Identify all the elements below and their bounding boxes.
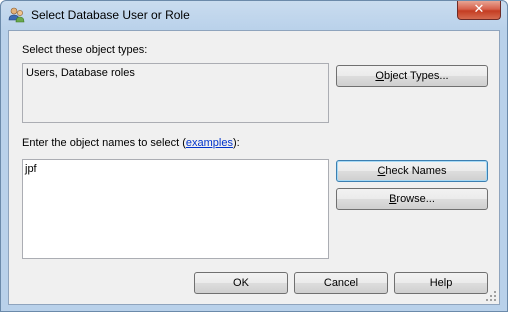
ok-button[interactable]: OK <box>194 272 288 294</box>
close-button[interactable]: ✕ <box>457 1 501 20</box>
object-names-label: Enter the object names to select (exampl… <box>22 137 240 149</box>
object-types-field: Users, Database roles <box>22 63 329 123</box>
help-button[interactable]: Help <box>394 272 488 294</box>
object-names-value: jpf <box>25 163 37 175</box>
object-types-button[interactable]: Object Types... <box>336 65 488 87</box>
check-names-button[interactable]: Check Names <box>336 160 488 182</box>
dialog-window: Select Database User or Role ✕ Select th… <box>0 0 508 312</box>
users-icon <box>8 7 25 23</box>
object-types-label: Select these object types: <box>22 44 148 56</box>
examples-link[interactable]: examples <box>186 137 233 149</box>
title-bar[interactable]: Select Database User or Role ✕ <box>1 1 507 29</box>
resize-grip-icon[interactable] <box>485 290 497 302</box>
dialog-client-area: Select these object types: Users, Databa… <box>8 30 500 305</box>
object-types-value: Users, Database roles <box>26 67 135 79</box>
browse-button[interactable]: Browse... <box>336 188 488 210</box>
cancel-button[interactable]: Cancel <box>294 272 388 294</box>
close-icon: ✕ <box>473 2 485 17</box>
window-title: Select Database User or Role <box>31 8 190 22</box>
object-names-input[interactable]: jpf <box>22 159 329 259</box>
